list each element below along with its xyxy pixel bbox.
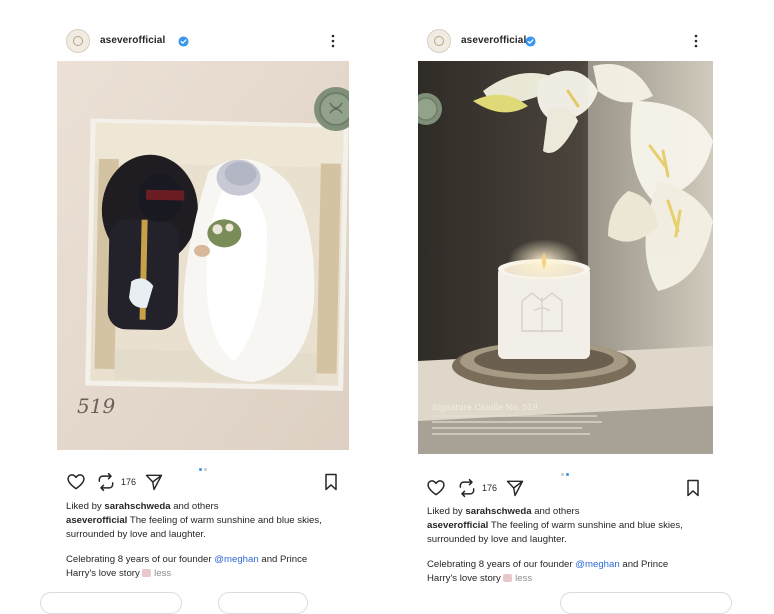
post-header: aseverofficial	[417, 28, 713, 54]
celebration-prefix: Celebrating 8 years of our founder	[66, 554, 215, 565]
overlay-body-line	[432, 415, 597, 417]
celebration-prefix: Celebrating 8 years of our founder	[427, 559, 576, 570]
overlay-body-line	[432, 427, 582, 429]
celebration-text: Celebrating 8 years of our founder @megh…	[66, 553, 336, 581]
avatar[interactable]	[427, 29, 451, 53]
send-icon[interactable]	[144, 472, 164, 492]
bottom-pill[interactable]	[40, 592, 182, 614]
bottom-pill[interactable]	[560, 592, 732, 614]
liked-by-line: Liked by sarahschweda and others	[66, 500, 336, 514]
more-options-icon[interactable]	[693, 32, 699, 50]
bookmark-icon[interactable]	[321, 472, 341, 492]
post-header: aseverofficial	[56, 28, 350, 54]
post-image-wedding-photo[interactable]: 519	[57, 61, 349, 450]
action-bar: 176	[417, 476, 713, 500]
avatar[interactable]	[66, 29, 90, 53]
repost-count: 176	[482, 483, 498, 493]
liked-user[interactable]: sarahschweda	[104, 501, 170, 512]
caption-block: Liked by sarahschweda and others asevero…	[427, 505, 699, 586]
liked-suffix: and others	[531, 506, 580, 517]
candle-photo-illustration: Signature Candle No. 519	[418, 61, 713, 454]
heart-emoji-icon	[503, 574, 513, 582]
heart-emoji-icon	[142, 569, 152, 577]
liked-prefix: Liked by	[66, 501, 105, 512]
repost-count: 176	[121, 477, 137, 487]
celebration-text: Celebrating 8 years of our founder @megh…	[427, 558, 699, 586]
caption-block: Liked by sarahschweda and others asevero…	[66, 500, 336, 581]
more-options-icon[interactable]	[330, 32, 336, 50]
less-link[interactable]: less	[154, 568, 171, 579]
send-icon[interactable]	[505, 478, 525, 498]
caption-text: aseverofficial The feeling of warm sunsh…	[66, 514, 336, 542]
heart-icon[interactable]	[66, 472, 86, 492]
post-image-candle-photo[interactable]: Signature Candle No. 519	[418, 61, 713, 454]
carousel-indicator	[417, 463, 713, 476]
caption-username[interactable]: aseverofficial	[427, 520, 488, 531]
caption-text: aseverofficial The feeling of warm sunsh…	[427, 519, 699, 547]
less-link[interactable]: less	[515, 573, 532, 584]
verified-badge-icon	[525, 36, 536, 47]
handwritten-signature: 519	[77, 394, 115, 418]
verified-badge-icon	[178, 36, 189, 47]
action-bar: 176	[56, 470, 350, 494]
liked-user[interactable]: sarahschweda	[465, 506, 531, 517]
username[interactable]: aseverofficial	[100, 35, 165, 46]
overlay-body-line	[432, 421, 602, 423]
repost-icon[interactable]	[96, 472, 116, 492]
mention-link[interactable]: @meghan	[214, 554, 258, 565]
caption-username[interactable]: aseverofficial	[66, 515, 127, 526]
wedding-photo-illustration: 519	[57, 61, 349, 450]
liked-suffix: and others	[170, 501, 219, 512]
liked-prefix: Liked by	[427, 506, 466, 517]
username[interactable]: aseverofficial	[461, 35, 526, 46]
liked-by-line: Liked by sarahschweda and others	[427, 505, 699, 519]
heart-icon[interactable]	[426, 478, 446, 498]
overlay-title: Signature Candle No. 519	[432, 403, 538, 412]
bottom-pill[interactable]	[218, 592, 308, 614]
repost-icon[interactable]	[457, 478, 477, 498]
bookmark-icon[interactable]	[683, 478, 703, 498]
mention-link[interactable]: @meghan	[575, 559, 619, 570]
carousel-indicator	[56, 458, 350, 471]
overlay-body-line	[432, 433, 590, 435]
